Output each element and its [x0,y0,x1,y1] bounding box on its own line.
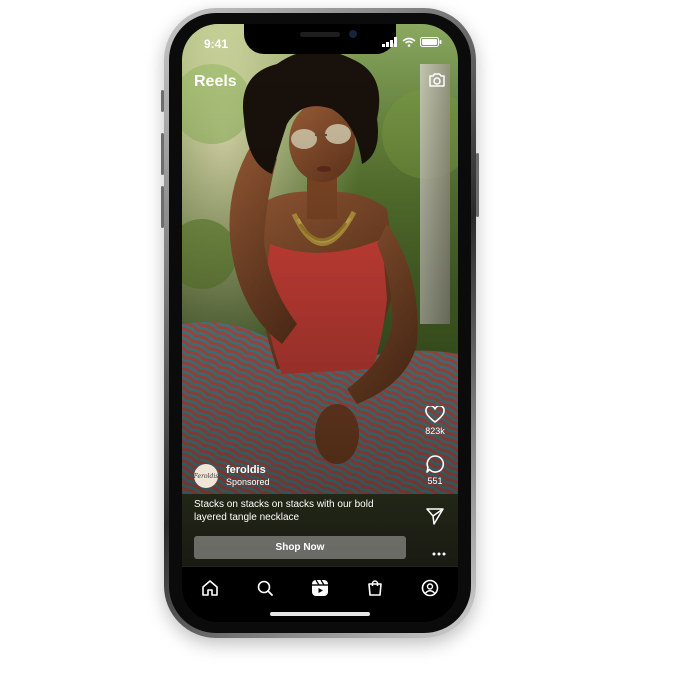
silent-switch [161,90,164,112]
share-action[interactable] [418,507,452,525]
comment-count: 551 [427,476,443,486]
comment-action[interactable]: 551 [418,454,452,486]
phone-frame: 9:41 Reels 823k 551 Feroldis feroldis Sp… [161,8,479,638]
camera-icon [429,73,445,87]
front-camera [349,30,357,38]
home-icon [202,580,218,596]
shop-icon [368,580,382,596]
post-caption[interactable]: Stacks on stacks on stacks with our bold… [194,498,409,524]
heart-icon [425,406,445,424]
speaker-grille [300,32,340,37]
volume-up-button [161,133,164,175]
wifi-icon [402,37,416,47]
tab-profile[interactable] [419,577,441,599]
more-button[interactable] [432,543,446,561]
comment-icon [426,455,445,473]
like-count: 823k [425,426,445,436]
reels-icon [312,579,328,596]
power-button [476,153,479,217]
status-time: 9:41 [204,37,229,51]
status-icons [382,37,442,47]
more-icon [432,552,446,556]
tab-home[interactable] [199,577,221,599]
profile-icon [421,579,439,597]
tab-shop[interactable] [364,577,386,599]
like-action[interactable]: 823k [418,406,452,436]
search-icon [257,580,273,596]
shop-now-button[interactable]: Shop Now [194,536,406,559]
page-title: Reels [194,73,237,90]
signal-icon [382,37,397,47]
volume-down-button [161,186,164,228]
battery-icon [420,37,442,47]
send-icon [426,508,444,525]
avatar[interactable]: Feroldis [194,464,218,488]
reels-screen: 9:41 Reels 823k 551 Feroldis feroldis Sp… [182,24,458,622]
notch [244,24,396,54]
camera-button[interactable] [428,72,446,93]
post-author[interactable]: Feroldis feroldis Sponsored [194,464,270,488]
tab-search[interactable] [254,577,276,599]
username[interactable]: feroldis [226,464,270,477]
home-indicator[interactable] [270,612,370,616]
tab-reels[interactable] [309,577,331,599]
sponsored-label: Sponsored [226,477,270,487]
